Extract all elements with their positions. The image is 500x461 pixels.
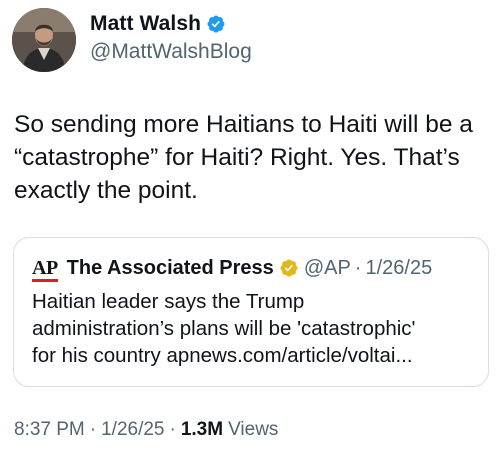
meta-separator: · [89,419,97,440]
quoted-author-name[interactable]: The Associated Press [67,257,274,280]
gold-verified-badge-icon [280,259,298,277]
meta-separator: · [169,419,176,440]
tweet-text: So sending more Haitians to Haiti will b… [14,111,473,204]
verified-badge-icon[interactable] [206,14,226,34]
display-name[interactable]: Matt Walsh [90,12,201,36]
name-row: Matt Walsh [90,10,252,38]
avatar-image [12,8,76,72]
quoted-tweet-card[interactable]: AP The Associated Press @AP · 1/26/25 Ha… [13,237,489,387]
quoted-tweet-text: Haitian leader says the Trump administra… [32,290,416,367]
quoted-tweet-date[interactable]: 1/26/25 [365,257,432,280]
quoted-tweet-header: AP The Associated Press @AP · 1/26/25 [32,254,472,282]
author-names: Matt Walsh @MattWalshBlog [90,10,252,64]
tweet-date[interactable]: 1/26/25 [101,419,164,440]
tweet: Matt Walsh @MattWalshBlog So sending mor… [0,0,500,461]
ap-logo: AP [32,257,58,282]
tweet-header: Matt Walsh @MattWalshBlog [12,8,252,72]
views-label: Views [228,419,279,440]
tweet-time[interactable]: 8:37 PM [14,419,85,440]
tweet-metadata: 8:37 PM · 1/26/25 · 1.3M Views [14,419,278,441]
views-count: 1.3M [180,419,224,440]
quoted-author-handle[interactable]: @AP [304,257,351,280]
avatar[interactable] [12,8,76,72]
author-handle[interactable]: @MattWalshBlog [90,40,252,64]
quoted-separator: · [354,256,362,279]
